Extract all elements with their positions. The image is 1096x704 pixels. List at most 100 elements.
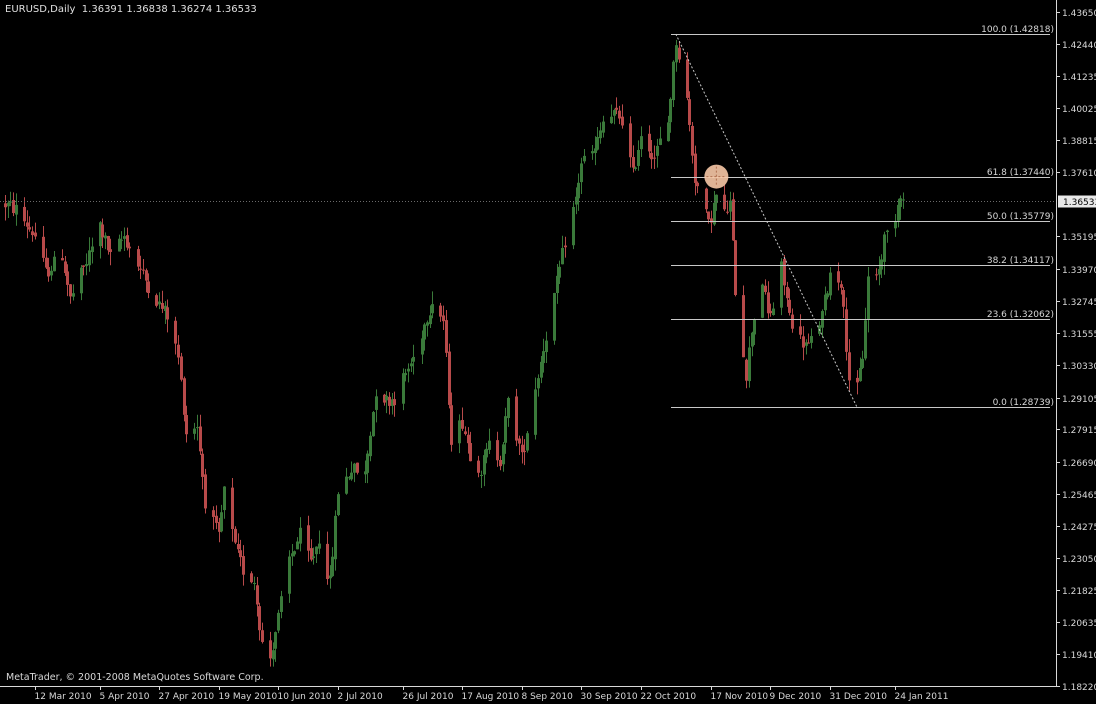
candle-body — [837, 271, 840, 283]
fib-level-label: 100.0 (1.42818) — [981, 25, 1054, 35]
candle-body — [23, 206, 26, 222]
candle-body — [258, 606, 261, 631]
candle-body — [261, 630, 264, 642]
candle-body — [137, 249, 140, 267]
candle-body — [147, 281, 150, 294]
candle-body — [602, 121, 605, 133]
candle-body — [312, 556, 315, 559]
candle-body — [69, 284, 72, 297]
candle-body — [518, 438, 521, 444]
candle-body — [212, 510, 215, 517]
price-tick-label: 1.20635 — [1062, 619, 1096, 629]
candle-body — [331, 556, 334, 577]
candle-body — [126, 235, 129, 248]
candle-body — [499, 460, 502, 467]
price-tick-label: 1.29105 — [1062, 395, 1096, 405]
price-tick-label: 1.37610 — [1062, 169, 1096, 179]
candle-body — [296, 541, 299, 550]
symbol-label: EURUSD,Daily — [5, 4, 76, 15]
candle-body — [7, 202, 10, 207]
copyright-text: MetaTrader, © 2001-2008 MetaQuotes Softw… — [6, 672, 264, 683]
candle-body — [345, 476, 348, 494]
candle-body — [488, 440, 491, 450]
candle-body — [769, 310, 772, 314]
candle-body — [637, 149, 640, 166]
candle-body — [610, 116, 613, 124]
candle-body — [729, 200, 732, 212]
candle-body — [109, 249, 112, 252]
candle-body — [375, 396, 378, 410]
candle-body — [672, 61, 675, 101]
candle-body — [686, 59, 689, 98]
candle-body — [469, 443, 472, 462]
candle-body — [350, 472, 353, 480]
candle-body — [64, 261, 67, 274]
price-tick-label: 1.26690 — [1062, 459, 1096, 469]
price-tick-label: 1.25465 — [1062, 491, 1096, 501]
candle-body — [185, 415, 188, 435]
candle-body — [402, 373, 405, 404]
candle-body — [256, 585, 259, 605]
candle-body — [564, 245, 567, 248]
candle-body — [764, 285, 767, 292]
candle-body — [580, 163, 583, 183]
candle-body — [274, 632, 277, 649]
date-tick-label: 8 Sep 2010 — [522, 692, 574, 702]
candle-body — [239, 550, 242, 558]
price-tick-label: 1.40025 — [1062, 105, 1096, 115]
current-price-label: 1.36533 — [1063, 198, 1096, 208]
candle-body — [88, 250, 91, 266]
candle-body — [234, 528, 237, 543]
candle-body — [53, 256, 56, 272]
candle-body — [745, 359, 748, 381]
candle-body — [691, 125, 694, 156]
candle-body — [542, 351, 545, 364]
candle-body — [480, 474, 483, 476]
candle-body — [751, 332, 754, 347]
candle-body — [410, 363, 413, 367]
candle-body — [42, 236, 45, 258]
candle-body — [561, 247, 564, 265]
candle-body — [393, 399, 396, 406]
candle-body — [288, 556, 291, 594]
candle-body — [632, 157, 635, 168]
candle-body — [250, 573, 253, 583]
candle-body — [696, 182, 699, 187]
candle-body — [496, 440, 499, 461]
price-tick-label: 1.18220 — [1062, 683, 1096, 693]
candle-body — [899, 198, 902, 207]
candle-body — [461, 419, 464, 429]
candle-body — [199, 426, 202, 452]
candle-body — [772, 308, 775, 316]
candle-body — [669, 98, 672, 123]
date-tick-label: 19 May 2010 — [219, 692, 278, 702]
candle-body — [591, 151, 594, 154]
candle-body — [840, 284, 843, 288]
date-tick-label: 26 Jul 2010 — [403, 692, 454, 702]
candle-body — [659, 138, 662, 145]
candle-body — [155, 295, 158, 306]
price-tick-label: 1.21825 — [1062, 587, 1096, 597]
date-tick-label: 10 Jun 2010 — [278, 692, 332, 702]
price-chart[interactable]: 100.0 (1.42818) 61.8 (1.37440) 50.0 (1.357… — [0, 0, 1096, 704]
candle-body — [34, 232, 37, 237]
candle-body — [204, 474, 207, 509]
candle-body — [786, 286, 789, 299]
candle-body — [385, 395, 388, 401]
candle-body — [485, 448, 488, 458]
fib-level-label: 0.0 (1.28739) — [993, 398, 1054, 408]
date-tick-label: 5 Apr 2010 — [100, 692, 150, 702]
price-tick-label: 1.24275 — [1062, 523, 1096, 533]
candle-body — [277, 612, 280, 631]
candle-body — [458, 420, 461, 444]
candle-body — [91, 246, 94, 253]
candle-body — [337, 494, 340, 516]
price-tick-label: 1.43650 — [1062, 9, 1096, 19]
candle-body — [307, 525, 310, 551]
candle-body — [694, 153, 697, 183]
candle-body — [429, 315, 432, 325]
candle-body — [783, 258, 786, 286]
date-tick-label: 31 Dec 2010 — [830, 692, 888, 702]
candle-body — [515, 396, 518, 441]
candle-body — [656, 145, 659, 156]
